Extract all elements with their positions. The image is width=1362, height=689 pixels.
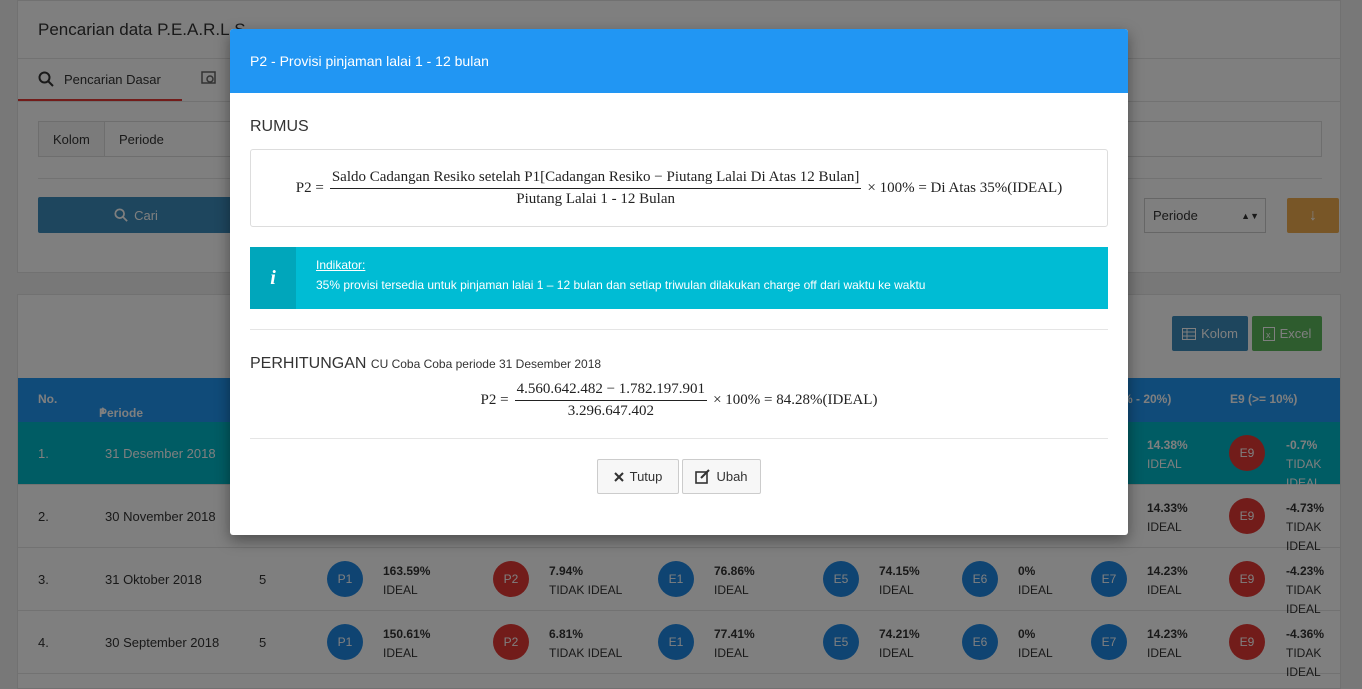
calculation: P2 = 4.560.642.482 − 1.782.197.901 3.296… xyxy=(250,381,1108,420)
close-icon xyxy=(613,471,624,482)
indicator-box: i Indikator: 35% provisi tersedia untuk … xyxy=(250,247,1108,309)
formula-modal: P2 - Provisi pinjaman lalai 1 - 12 bulan… xyxy=(230,29,1128,535)
perhitungan-subtitle: CU Coba Coba periode 31 Desember 2018 xyxy=(370,357,602,371)
edit-icon xyxy=(695,469,711,484)
formula-box: P2 = Saldo Cadangan Resiko setelah P1[Ca… xyxy=(250,149,1108,227)
modal-title: P2 - Provisi pinjaman lalai 1 - 12 bulan xyxy=(230,29,1128,93)
calc-lhs: P2 = xyxy=(480,392,509,408)
info-icon: i xyxy=(250,247,296,309)
formula-numerator: Saldo Cadangan Resiko setelah P1[Cadanga… xyxy=(329,169,862,189)
close-button[interactable]: Tutup xyxy=(597,459,679,494)
calc-rhs: × 100% = 84.28%(IDEAL) xyxy=(713,392,878,408)
indicator-text: 35% provisi tersedia untuk pinjaman lala… xyxy=(316,278,926,292)
divider xyxy=(250,329,1108,330)
calc-numerator: 4.560.642.482 − 1.782.197.901 xyxy=(514,381,708,401)
calc-denominator: 3.296.647.402 xyxy=(567,403,654,419)
calc-fraction: 4.560.642.482 − 1.782.197.901 3.296.647.… xyxy=(514,381,708,420)
indicator-heading: Indikator: xyxy=(316,258,366,272)
formula-fraction: Saldo Cadangan Resiko setelah P1[Cadanga… xyxy=(329,169,862,208)
perhitungan-heading: PERHITUNGAN CU Coba Coba periode 31 Dese… xyxy=(250,355,602,372)
rumus-heading: RUMUS xyxy=(250,118,309,135)
formula-denominator: Piutang Lalai 1 - 12 Bulan xyxy=(516,190,675,207)
formula-rhs: × 100% = Di Atas 35%(IDEAL) xyxy=(867,179,1063,196)
edit-button[interactable]: Ubah xyxy=(682,459,761,494)
divider xyxy=(250,438,1108,439)
formula-lhs: P2 = xyxy=(295,179,324,196)
